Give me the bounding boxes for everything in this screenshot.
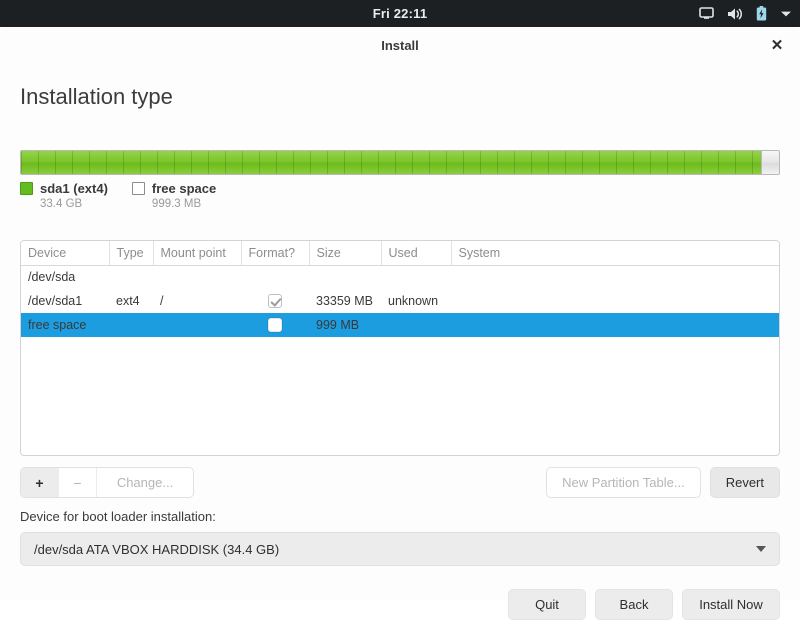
partition-table-actions: New Partition Table... Revert (546, 467, 780, 498)
system-top-bar: Fri 22:11 (0, 0, 800, 27)
column-header-system[interactable]: System (451, 241, 779, 266)
window-titlebar: Install ✕ (0, 27, 800, 64)
table-row-partition-sda1[interactable]: /dev/sda1 ext4 / 33359 MB unknown (21, 289, 779, 313)
legend-swatch-white-icon (131, 182, 145, 195)
partition-table-header: Device Type Mount point Format? Size Use… (21, 241, 779, 266)
cell-device: /dev/sda (28, 270, 76, 285)
table-row-disk[interactable]: /dev/sda (21, 265, 779, 289)
partition-bar-segment-free-space[interactable] (760, 151, 779, 174)
legend-size-sda1: 33.4 GB (40, 198, 83, 210)
remove-partition-button: − (59, 468, 97, 497)
table-row-free-space[interactable]: free space 999 MB (21, 313, 779, 337)
install-now-button[interactable]: Install Now (682, 589, 780, 620)
boot-loader-label: Device for boot loader installation: (20, 509, 216, 524)
legend-swatch-green-icon (20, 182, 33, 195)
partition-toolbar: + − Change... (20, 467, 194, 498)
legend-item-sda1: sda1 (ext4) 33.4 GB (20, 181, 108, 210)
volume-icon[interactable] (727, 7, 743, 21)
cell-system (451, 265, 779, 289)
cell-mount-point (153, 313, 241, 337)
clock[interactable]: Fri 22:11 (373, 6, 428, 21)
page-title: Installation type (20, 84, 173, 109)
legend-label-sda1: sda1 (ext4) (40, 181, 108, 196)
cell-used (381, 313, 451, 337)
boot-loader-selected-value: /dev/sda ATA VBOX HARDDISK (34.4 GB) (34, 541, 280, 557)
back-button[interactable]: Back (595, 589, 673, 620)
system-menu-chevron-icon[interactable] (780, 10, 792, 18)
cell-used (381, 265, 451, 289)
partition-usage-bar (20, 150, 780, 175)
footer-actions: Quit Back Install Now (508, 589, 780, 620)
column-header-type[interactable]: Type (109, 241, 154, 266)
system-tray (699, 0, 792, 27)
window-title: Install (381, 38, 419, 53)
new-partition-table-button: New Partition Table... (546, 467, 701, 498)
cell-used: unknown (388, 294, 439, 308)
chevron-down-icon (756, 546, 766, 552)
display-icon[interactable] (699, 7, 714, 20)
boot-loader-device-select[interactable]: /dev/sda ATA VBOX HARDDISK (34.4 GB) (20, 532, 780, 566)
revert-button[interactable]: Revert (709, 467, 780, 498)
cell-format (241, 289, 309, 313)
cell-device: /dev/sda1 (28, 294, 83, 308)
partition-action-group: + − Change... (20, 467, 194, 498)
partition-bar-segment-sda1[interactable] (21, 151, 761, 174)
cell-type (109, 313, 153, 337)
cell-device: free space (21, 313, 109, 337)
close-icon[interactable]: ✕ (766, 35, 788, 57)
cell-system (451, 313, 779, 337)
format-checkbox-sda1[interactable] (268, 294, 282, 309)
cell-type (109, 265, 153, 289)
partition-legend: sda1 (ext4) 33.4 GB free space 999.3 MB (20, 181, 216, 210)
legend-item-free-space: free space 999.3 MB (131, 181, 217, 210)
cell-size: 33359 MB (316, 294, 373, 308)
legend-size-free-space: 999.3 MB (151, 198, 202, 210)
cell-system (451, 289, 779, 313)
column-header-format[interactable]: Format? (241, 241, 310, 266)
add-partition-button[interactable]: + (21, 468, 59, 497)
column-header-mount-point[interactable]: Mount point (153, 241, 242, 266)
battery-charging-icon[interactable] (756, 6, 767, 21)
cell-mount-point: / (160, 294, 164, 308)
column-header-device[interactable]: Device (21, 241, 110, 266)
table-header-row: Device Type Mount point Format? Size Use… (21, 241, 779, 266)
column-header-size[interactable]: Size (309, 241, 382, 266)
legend-label-free-space: free space (151, 181, 217, 196)
change-partition-button: Change... (97, 468, 193, 497)
cell-mount-point (153, 265, 241, 289)
column-header-used[interactable]: Used (381, 241, 452, 266)
cell-size (309, 265, 381, 289)
partition-table-body: /dev/sda /dev/sda1 ext4 / 33359 MB unkno… (21, 265, 779, 337)
cell-format (241, 313, 309, 337)
cell-type: ext4 (116, 294, 140, 308)
quit-button[interactable]: Quit (508, 589, 586, 620)
partition-table: Device Type Mount point Format? Size Use… (21, 241, 779, 337)
cell-format (241, 265, 309, 289)
partition-table-panel: Device Type Mount point Format? Size Use… (20, 240, 780, 456)
cell-size: 999 MB (309, 313, 381, 337)
format-checkbox-free-space[interactable] (268, 318, 282, 333)
installer-window: Install ✕ Installation type sda1 (ext4) … (0, 27, 800, 620)
